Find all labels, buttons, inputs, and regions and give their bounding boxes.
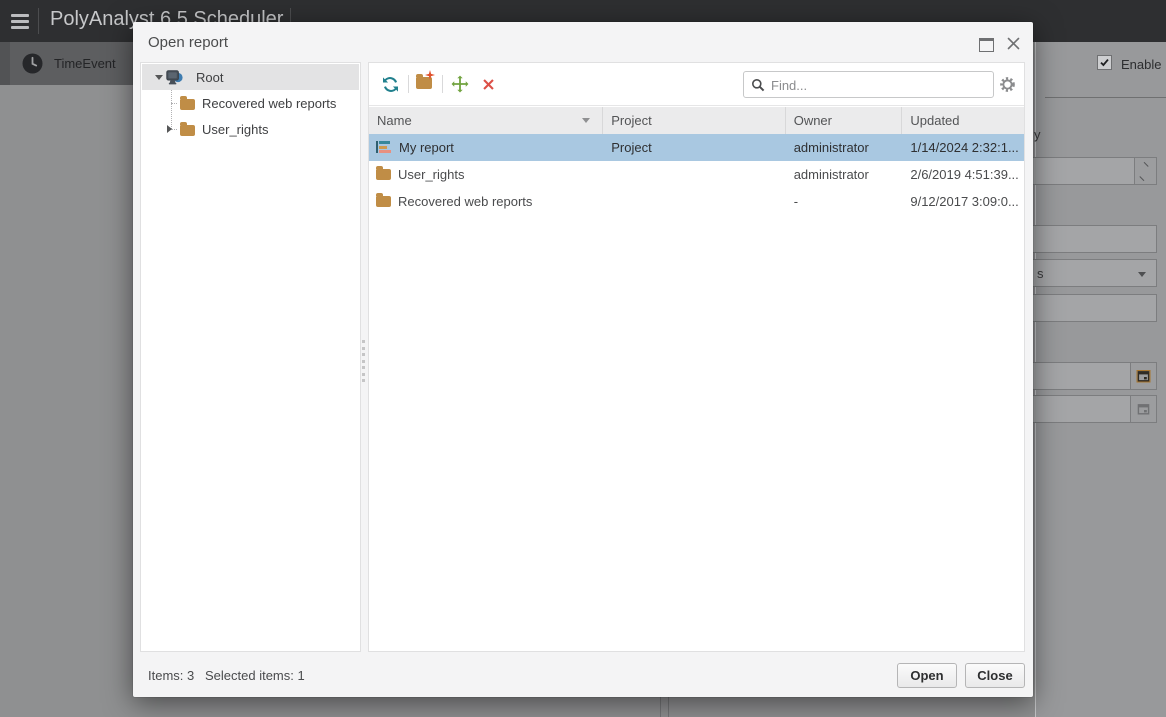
spinner-down-button[interactable] — [1134, 171, 1156, 184]
toolbar-separator — [442, 75, 443, 93]
menu-hamburger-icon[interactable] — [11, 14, 29, 32]
chevron-down-icon — [1138, 272, 1146, 277]
folder-icon — [180, 125, 195, 136]
cell-owner: administrator — [794, 140, 869, 155]
find-box — [743, 71, 994, 98]
maximize-icon[interactable] — [979, 38, 994, 52]
date-picker-button[interactable] — [1130, 362, 1157, 390]
enable-checkbox[interactable] — [1097, 55, 1112, 70]
column-header-owner[interactable]: Owner — [786, 107, 903, 134]
column-header-project[interactable]: Project — [603, 107, 785, 134]
column-label: Updated — [910, 113, 959, 128]
panel-splitter[interactable] — [362, 340, 365, 386]
new-folder-icon[interactable] — [416, 77, 432, 89]
folder-tree-panel: Root Recovered web reports User_rights — [140, 62, 361, 652]
clock-icon — [22, 53, 43, 74]
open-button[interactable]: Open — [897, 663, 957, 688]
cell-updated: 1/14/2024 2:32:1... — [910, 140, 1018, 155]
dialog-footer: Items: 3 Selected items: 1 Open Close — [133, 652, 1033, 697]
close-icon[interactable] — [1007, 37, 1020, 50]
calendar-icon — [1136, 402, 1151, 416]
search-icon — [751, 78, 765, 92]
folder-icon — [376, 196, 391, 207]
tree-item-label: User_rights — [202, 122, 268, 137]
tab-label: TimeEvent — [54, 56, 116, 71]
move-icon[interactable] — [451, 75, 469, 93]
background-text-field[interactable] — [1014, 225, 1157, 253]
tree-item-root[interactable]: Root — [142, 64, 359, 90]
items-count: Items: 3 — [148, 668, 194, 683]
chevron-up-icon — [1139, 162, 1148, 171]
delete-icon[interactable] — [480, 76, 497, 93]
folder-icon — [376, 169, 391, 180]
column-header-name[interactable]: Name — [369, 107, 603, 134]
tree-item-recovered-web-reports[interactable]: Recovered web reports — [142, 90, 359, 116]
check-icon — [1099, 57, 1110, 68]
header-divider — [38, 8, 39, 34]
table-row-user-rights[interactable]: User_rights administrator 2/6/2019 4:51:… — [369, 161, 1024, 188]
report-list-panel: Name Project Owner Updated — [368, 62, 1025, 652]
column-label: Project — [611, 113, 651, 128]
table-row-recovered-web-reports[interactable]: Recovered web reports - 9/12/2017 3:09:0… — [369, 188, 1024, 215]
background-spinner-field[interactable] — [1014, 157, 1157, 185]
dialog-toolbar — [369, 63, 1024, 106]
close-button[interactable]: Close — [965, 663, 1025, 688]
select-cut-value: s — [1037, 266, 1044, 281]
cell-updated: 2/6/2019 4:51:39... — [910, 167, 1018, 182]
enable-label: Enable — [1121, 57, 1161, 72]
cell-name: Recovered web reports — [398, 194, 532, 209]
cell-project: Project — [611, 140, 651, 155]
column-label: Name — [377, 113, 412, 128]
background-cut-label: y — [1034, 127, 1041, 142]
server-monitor-icon — [166, 70, 183, 85]
folder-icon — [180, 99, 195, 110]
gear-icon[interactable] — [999, 76, 1016, 93]
cell-name: User_rights — [398, 167, 464, 182]
spinner-up-button[interactable] — [1134, 158, 1156, 172]
refresh-icon[interactable] — [381, 75, 400, 94]
cell-name: My report — [399, 140, 454, 155]
background-select-field[interactable]: s — [1014, 259, 1157, 287]
toolbar-separator — [408, 75, 409, 93]
column-label: Owner — [794, 113, 832, 128]
cell-owner: - — [794, 194, 798, 209]
background-text-field[interactable] — [1014, 294, 1157, 322]
tab-timeevent[interactable]: TimeEvent — [10, 42, 134, 85]
find-input[interactable] — [769, 73, 988, 98]
table-header: Name Project Owner Updated — [369, 107, 1024, 135]
cell-updated: 9/12/2017 3:09:0... — [910, 194, 1018, 209]
dialog-title: Open report — [148, 34, 228, 51]
expand-arrow-icon[interactable] — [167, 125, 172, 133]
tree-item-label: Root — [196, 70, 223, 85]
tree-item-user-rights[interactable]: User_rights — [142, 116, 359, 142]
star-badge-icon — [425, 70, 435, 80]
open-report-dialog: Open report Root Recovered web reports — [133, 22, 1033, 697]
cell-owner: administrator — [794, 167, 869, 182]
selected-count: Selected items: 1 — [205, 668, 305, 683]
background-divider-line — [1045, 97, 1166, 98]
chevron-down-icon — [1139, 172, 1148, 181]
sort-desc-icon — [582, 118, 590, 123]
tree-item-label: Recovered web reports — [202, 96, 336, 111]
collapse-arrow-icon[interactable] — [155, 75, 163, 80]
table-row-my-report[interactable]: My report Project administrator 1/14/202… — [369, 134, 1024, 161]
report-icon — [376, 141, 392, 154]
date-picker-button[interactable] — [1130, 395, 1157, 423]
calendar-icon — [1136, 369, 1151, 383]
column-header-updated[interactable]: Updated — [902, 107, 1024, 134]
